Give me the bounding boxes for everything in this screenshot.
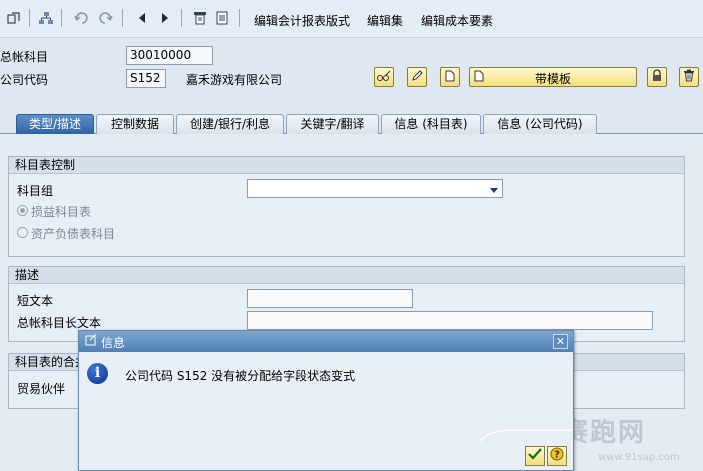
tab-keyword-translation[interactable]: 关键字/翻译 (286, 114, 379, 134)
short-text-input[interactable] (247, 289, 413, 308)
toolbar-separator (181, 9, 182, 27)
dialog-message: 公司代码 S152 没有被分配给字段状态变式 (125, 369, 356, 383)
trash-icon (683, 69, 695, 85)
account-group-label: 科目组 (17, 184, 54, 198)
glasses-pencil-icon (376, 70, 392, 85)
pl-account-radio[interactable] (17, 205, 28, 216)
description-title: 描述 (9, 267, 684, 284)
edit-button[interactable] (407, 67, 427, 87)
dialog-title: 信息 (101, 336, 126, 350)
edit-sets-link[interactable]: 编辑集 (367, 12, 403, 29)
short-text-label: 短文本 (17, 294, 54, 308)
confirm-button[interactable] (525, 446, 545, 466)
tab-control-data[interactable]: 控制数据 (96, 114, 174, 134)
switch-icon[interactable] (6, 10, 22, 26)
watermark-text: 赛跑网 (562, 418, 647, 448)
tab-create-bank-interest[interactable]: 创建/银行/利息 (176, 114, 284, 134)
help-icon: ? (550, 447, 564, 464)
edit-cost-element-link[interactable]: 编辑成本要素 (421, 12, 493, 29)
with-template-button-label: 带模板 (534, 72, 571, 86)
site-watermark: 赛跑网 www.91sap.com (562, 412, 702, 471)
edit-financial-statement-version-link[interactable]: 编辑会计报表版式 (254, 12, 350, 29)
create-button[interactable] (440, 67, 460, 87)
info-icon: i (87, 363, 108, 384)
close-icon[interactable]: ✕ (553, 334, 568, 349)
bs-account-radio[interactable] (17, 227, 28, 238)
lock-icon (651, 69, 663, 85)
toolbar-separator (29, 9, 30, 27)
long-text-input[interactable] (247, 311, 653, 330)
chevron-down-icon (489, 184, 499, 198)
delete-button[interactable] (679, 67, 699, 87)
toolbar-separator (122, 9, 123, 27)
account-group-dropdown[interactable] (247, 179, 503, 198)
pl-account-radio-label: 损益科目表 (31, 205, 92, 219)
trading-partner-label: 贸易伙伴 (17, 382, 66, 396)
tab-info-company-code[interactable]: 信息 (公司代码) (483, 114, 597, 134)
coa-control-group: 科目表控制 科目组 损益科目表 资产负债表科目 (8, 156, 685, 257)
dialog-window-icon (85, 334, 97, 349)
previous-icon[interactable] (134, 10, 150, 26)
svg-text:?: ? (554, 450, 560, 461)
tab-type-description[interactable]: 类型/描述 (16, 114, 94, 134)
dialog-title-bar[interactable]: 信息 ✕ (79, 331, 573, 352)
checkmark-icon (528, 448, 542, 463)
new-document-icon (445, 70, 455, 85)
print-icon[interactable] (192, 10, 208, 26)
company-code-field[interactable]: S152 (126, 69, 166, 88)
company-code-label: 公司代码 (0, 73, 49, 87)
gl-account-label: 总帐科目 (0, 50, 49, 64)
application-toolbar: 编辑会计报表版式 编辑集 编辑成本要素 (0, 0, 703, 38)
display-change-button[interactable] (374, 67, 394, 87)
next-icon[interactable] (157, 10, 173, 26)
watermark-url: www.91sap.com (598, 452, 680, 463)
help-button[interactable]: ? (547, 446, 567, 466)
bs-account-radio-label: 资产负债表科目 (31, 227, 116, 241)
with-template-button[interactable]: 带模板 (469, 67, 637, 87)
info-dialog: 信息 ✕ i 公司代码 S152 没有被分配给字段状态变式 ? (78, 330, 574, 471)
document-icon[interactable] (214, 10, 230, 26)
pencil-icon (411, 69, 423, 85)
company-name: 嘉禾游戏有限公司 (186, 73, 283, 87)
redo-icon[interactable] (97, 10, 113, 26)
dialog-divider (479, 429, 571, 443)
coa-control-title: 科目表控制 (9, 157, 684, 174)
hierarchy-icon[interactable] (38, 10, 54, 26)
toolbar-separator (239, 9, 240, 27)
long-text-label: 总帐科目长文本 (17, 316, 102, 330)
block-button[interactable] (647, 67, 667, 87)
undo-icon[interactable] (74, 10, 90, 26)
gl-account-field[interactable]: 30010000 (126, 46, 213, 65)
toolbar-separator (61, 9, 62, 27)
tab-info-chart-of-accounts[interactable]: 信息 (科目表) (381, 114, 481, 134)
